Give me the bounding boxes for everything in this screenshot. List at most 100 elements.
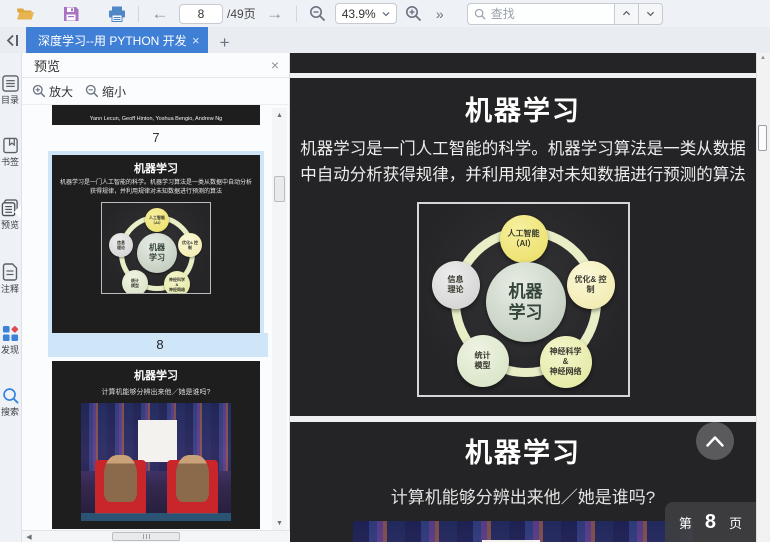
diagram-node-statistics: 统计 模型 — [122, 270, 148, 293]
scroll-up-arrow-icon[interactable]: ▲ — [757, 55, 769, 61]
person-right — [175, 454, 209, 503]
page-indicator-number: 8 — [704, 510, 716, 533]
magnifier-plus-icon — [32, 84, 46, 98]
print-button[interactable] — [104, 2, 130, 26]
vertical-scroll-thumb[interactable] — [274, 176, 285, 202]
slide8-body-text: 机器学习是一门人工智能的科学。机器学习算法是一类从数据中自动分析获得规律，并利用… — [300, 140, 746, 184]
discover-icon — [2, 325, 18, 342]
toolbar-separator — [295, 5, 297, 22]
find-next-button[interactable] — [638, 2, 663, 25]
preview-panel-header: 预览 × — [22, 53, 289, 78]
page-indicator-prefix: 第 — [678, 515, 692, 531]
previous-page-button[interactable]: ← — [147, 2, 173, 26]
thumb8-title: 机器学习 — [134, 163, 178, 175]
thumbnail-zoom-out-button[interactable]: 缩小 — [85, 83, 126, 100]
zoom-in-button[interactable] — [401, 2, 427, 26]
save-button[interactable] — [58, 2, 84, 26]
sidebar-item-discover[interactable]: 发现 — [0, 325, 21, 356]
sidebar-label-preview: 预览 — [0, 220, 19, 230]
thumb8-diagram: 人工智能 （AI） 优化& 控 制 神经科学 & 神经网络 统计 模型 信息 理… — [101, 202, 211, 294]
page-total-label: /49页 — [227, 7, 256, 21]
thumbnail-zoom-in-button[interactable]: 放大 — [32, 83, 73, 100]
arrow-left-icon: ← — [151, 4, 169, 23]
page-7-bottom-edge — [290, 53, 756, 73]
preview-panel: 预览 × 放大 缩小 Yann Lecun, Geoff Hinton, Yos… — [22, 53, 312, 542]
thumb9-title: 机器学习 — [134, 370, 178, 382]
open-folder-icon — [16, 8, 34, 20]
printer-icon — [109, 6, 125, 22]
slide9-photo-top — [353, 521, 693, 542]
sidebar-item-search[interactable]: 搜索 — [0, 387, 21, 418]
left-sidebar: 目录 书签 预览 注释 发现 搜索 — [0, 53, 22, 542]
tab-close-icon[interactable]: × — [192, 33, 200, 48]
find-previous-button[interactable] — [614, 2, 639, 25]
horizontal-scroll-thumb[interactable] — [112, 532, 180, 541]
body-row: 目录 书签 预览 注释 发现 搜索 预览 × 放大 缩小 Yann Lecun,… — [0, 53, 770, 542]
diagram-node-center: 机器 学习 — [485, 262, 566, 343]
document-view[interactable]: 机器学习 机器学习是一门人工智能的科学。机器学习算法是一类从数据中自动分析获得规… — [290, 53, 756, 542]
slide8-diagram: 人工智能 （AI） 优化& 控 制 神经科学 & 神经网络 统计 模型 信息 理… — [416, 202, 630, 398]
main-toolbar: ← /49页 → 43.9% — [0, 0, 770, 27]
preview-panel-close-icon[interactable]: × — [271, 57, 279, 73]
thumb7-page-label: 7 — [152, 130, 160, 145]
scroll-up-arrow-icon[interactable]: ▲ — [272, 108, 287, 122]
find-box — [466, 2, 615, 25]
slide9-title: 机器学习 — [465, 438, 581, 468]
thumb8-body: 机器学习是一门人工智能的科学。机器学习算法是一类从数据中自动分析获得规律，并利用… — [59, 180, 252, 195]
thumb7-authors-text: Yann Lecun, Geoff Hinton, Yoshua Bengio,… — [89, 116, 223, 122]
document-vertical-scrollbar[interactable]: ▲ — [756, 53, 768, 542]
sidebar-item-annotations[interactable]: 注释 — [0, 263, 21, 295]
active-panel-notch — [14, 205, 21, 219]
zoom-in-label: 放大 — [49, 84, 74, 99]
zoom-level-dropdown[interactable]: 43.9% — [334, 3, 397, 24]
thumbnail-page-7[interactable]: Yann Lecun, Geoff Hinton, Yoshua Bengio,… — [52, 105, 260, 125]
thumbnail-page-9[interactable]: 机器学习 计算机能够分辨出来他／她是谁吗? — [52, 361, 260, 529]
diagram-node-center: 机器 学习 — [137, 233, 177, 273]
collapse-tabs-button[interactable] — [0, 27, 26, 53]
toolbar-separator — [138, 5, 139, 22]
annotation-icon — [2, 263, 18, 281]
next-page-button[interactable]: → — [262, 2, 288, 26]
scroll-to-top-button[interactable] — [696, 422, 734, 460]
scroll-down-arrow-icon[interactable]: ▼ — [272, 516, 287, 530]
toc-icon — [1, 75, 19, 92]
find-input[interactable] — [490, 6, 601, 21]
find-toolbar — [466, 2, 663, 25]
sidebar-label-toc: 目录 — [0, 95, 19, 105]
thumbnail-horizontal-scrollbar[interactable]: ◀ ▶ — [22, 530, 312, 542]
document-scroll-thumb[interactable] — [758, 125, 767, 151]
page-number-input[interactable] — [179, 3, 223, 24]
search-panel-icon — [2, 388, 18, 404]
chevron-left-icon — [6, 34, 14, 46]
bookmark-icon — [2, 137, 18, 154]
diagram-node-ai: 人工智能 （AI） — [499, 215, 548, 264]
page-indicator-suffix: 页 — [728, 515, 742, 531]
more-tools-button[interactable]: » — [427, 2, 453, 26]
diagram-node-information: 信息 理论 — [109, 233, 133, 257]
thumb9-subtitle: 计算机能够分辨出来他／她是谁吗? — [101, 389, 211, 396]
thumbnail-vertical-scrollbar[interactable]: ▲ ▼ — [272, 108, 287, 530]
sidebar-label-search: 搜索 — [0, 407, 19, 417]
person-left — [103, 454, 137, 503]
diagram-node-information: 信息 理论 — [431, 261, 480, 310]
new-tab-button[interactable]: + — [208, 33, 242, 53]
open-file-button[interactable] — [12, 2, 38, 26]
magnifier-plus-icon — [406, 6, 422, 21]
sidebar-item-bookmarks[interactable]: 书签 — [0, 137, 21, 168]
tab-title: 深度学习--用 PYTHON 开发你 — [38, 33, 186, 48]
sidebar-label-discover: 发现 — [0, 345, 19, 355]
diagram-node-ai: 人工智能 （AI） — [145, 208, 169, 232]
save-floppy-icon — [64, 6, 79, 21]
diagram-node-optimization: 优化& 控 制 — [178, 233, 202, 257]
chevron-up-icon — [622, 10, 630, 16]
scroll-left-arrow-icon[interactable]: ◀ — [22, 533, 36, 541]
tv-screen-graphic — [138, 419, 177, 462]
document-tab-active[interactable]: 深度学习--用 PYTHON 开发你 × — [26, 27, 208, 53]
sidebar-label-annotations: 注释 — [0, 284, 19, 294]
zoom-out-button[interactable] — [305, 2, 331, 26]
page-8-slide: 机器学习 机器学习是一门人工智能的科学。机器学习算法是一类从数据中自动分析获得规… — [290, 78, 756, 416]
diagram-node-neuroscience: 神经科学 & 神经网络 — [539, 336, 592, 389]
pdf-reader-window: ← /49页 → 43.9% — [0, 0, 770, 542]
sidebar-item-toc[interactable]: 目录 — [0, 75, 21, 106]
thumbnail-page-8-selected[interactable]: 机器学习 机器学习是一门人工智能的科学。机器学习算法是一类从数据中自动分析获得规… — [48, 151, 268, 357]
